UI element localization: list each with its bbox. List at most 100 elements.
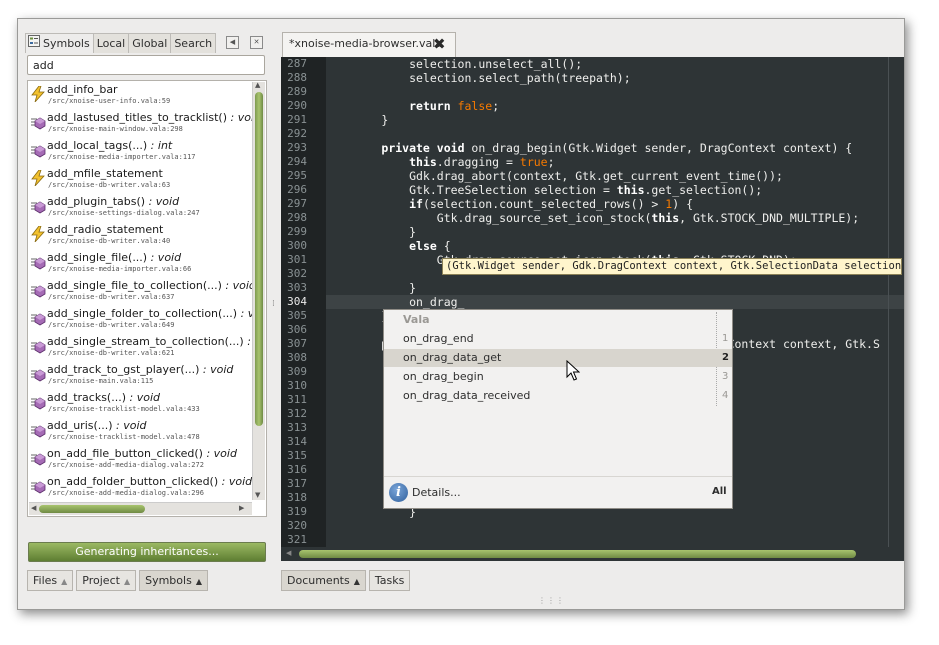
document-tab[interactable]: *xnoise-media-browser.vala ✖ — [282, 32, 456, 57]
method-icon — [30, 478, 46, 494]
tab-local[interactable]: Local — [92, 33, 130, 53]
scroll-left-icon[interactable]: ◀ — [31, 504, 36, 512]
tab-files[interactable]: Files ▲ — [27, 570, 74, 591]
code-line: selection.select_path(treepath); — [326, 71, 631, 85]
triangle-up-icon: ▲ — [61, 577, 68, 586]
tab-documents[interactable]: Documents ▲ — [281, 570, 366, 591]
close-icon[interactable]: ✖ — [433, 37, 446, 52]
line-number: 291 — [287, 113, 307, 126]
symbol-item[interactable]: add_mfile_statement/src/xnoise-db-writer… — [28, 165, 254, 193]
bottom-pane-grip[interactable]: ⋮⋮⋮ — [538, 596, 565, 605]
details-button[interactable]: Details... — [412, 486, 461, 499]
symbol-signature: add_lastused_titles_to_tracklist() : voi… — [47, 111, 254, 124]
symbol-item[interactable]: add_plugin_tabs() : void/src/xnoise-sett… — [28, 193, 254, 221]
symbols-icon — [28, 34, 40, 54]
symbol-path: /src/xnoise-db-writer.vala:621 — [48, 349, 175, 357]
completion-item[interactable]: on_drag_begin 3 — [384, 368, 732, 386]
symbol-type: : void — [202, 447, 237, 460]
symbol-item[interactable]: add_lastused_titles_to_tracklist() : voi… — [28, 109, 254, 137]
line-number: 318 — [287, 491, 307, 504]
symbol-search-input[interactable] — [27, 55, 265, 75]
symbol-item[interactable]: add_info_bar/src/xnoise-user-info.vala:5… — [28, 81, 254, 109]
symbol-item[interactable]: add_single_stream_to_collection(...) : v… — [28, 333, 254, 361]
completion-item[interactable]: on_drag_end 1 — [384, 330, 732, 348]
completion-provider-header: Vala — [403, 313, 430, 326]
method-icon — [30, 282, 46, 298]
symbol-item[interactable]: add_local_tags(...) : int/src/xnoise-med… — [28, 137, 254, 165]
progress-label: Generating inheritances... — [75, 545, 219, 558]
symbol-type: : void — [218, 475, 253, 488]
symbol-type: : void — [145, 195, 180, 208]
tab-search[interactable]: Search — [170, 33, 217, 53]
line-number: 302 — [287, 267, 307, 280]
editor-hscrollbar[interactable]: ◀ — [281, 547, 904, 561]
symbol-path: /src/xnoise-media-importer.vala:66 — [48, 265, 192, 273]
symbol-list-hscrollbar[interactable]: ◀ ▶ — [29, 502, 252, 515]
symbol-list-vscrollbar[interactable]: ▲ ▼ — [252, 81, 265, 500]
tab-symbols[interactable]: Symbols — [25, 33, 94, 53]
completion-scope-all[interactable]: All — [712, 486, 727, 497]
line-number: 310 — [287, 379, 307, 392]
symbol-item[interactable]: add_single_file(...) : void/src/xnoise-m… — [28, 249, 254, 277]
scroll-right-icon[interactable]: ▶ — [239, 504, 244, 512]
line-number: 296 — [287, 183, 307, 196]
tab-tasks[interactable]: Tasks — [368, 570, 411, 591]
side-panel-bottom-tabs: Files ▲ Project ▲ Symbols ▲ — [27, 570, 211, 591]
symbol-signature: add_local_tags(...) : int — [47, 139, 172, 152]
tab-project[interactable]: Project ▲ — [76, 570, 137, 591]
completion-item[interactable]: on_drag_data_received 4 — [384, 387, 732, 405]
symbol-name: add_mfile_statement — [47, 167, 163, 180]
symbol-item[interactable]: on_add_file_button_clicked() : void/src/… — [28, 445, 254, 473]
signal-icon — [30, 85, 46, 103]
symbol-item[interactable]: add_tracks(...) : void/src/xnoise-trackl… — [28, 389, 254, 417]
symbol-signature: add_track_to_gst_player(...) : void — [47, 363, 233, 376]
scroll-down-icon[interactable]: ▼ — [255, 491, 260, 499]
symbol-signature: add_single_file(...) : void — [47, 251, 181, 264]
symbol-path: /src/xnoise-main-window.vala:298 — [48, 125, 183, 133]
symbol-name: add_radio_statement — [47, 223, 164, 236]
symbol-name: add_info_bar — [47, 83, 118, 96]
method-icon — [30, 142, 46, 158]
symbol-item[interactable]: add_track_to_gst_player(...) : void/src/… — [28, 361, 254, 389]
symbol-item[interactable]: add_uris(...) : void/src/xnoise-tracklis… — [28, 417, 254, 445]
hscroll-thumb[interactable] — [39, 505, 145, 513]
symbol-item[interactable]: add_single_folder_to_collection(...) : v… — [28, 305, 254, 333]
editor-hscroll-thumb[interactable] — [299, 550, 856, 558]
completion-item-selected[interactable]: on_drag_data_get 2 — [384, 349, 732, 367]
code-line: private void on_drag_begin(Gtk.Widget se… — [381, 141, 853, 155]
symbol-item[interactable]: on_add_folder_button_clicked() : void/sr… — [28, 473, 254, 501]
symbol-item[interactable]: add_radio_statement/src/xnoise-db-writer… — [28, 221, 254, 249]
scroll-left-icon[interactable]: ◀ — [286, 549, 291, 557]
symbol-path: /src/xnoise-add-media-dialog.vala:296 — [48, 489, 204, 497]
symbol-item[interactable]: add_single_file_to_collection(...) : voi… — [28, 277, 254, 305]
line-number: 287 — [287, 57, 307, 70]
symbol-items: add_info_bar/src/xnoise-user-info.vala:5… — [28, 81, 254, 515]
info-icon[interactable]: i — [389, 483, 408, 502]
method-icon — [30, 310, 46, 326]
symbol-name: add_local_tags(...) — [47, 139, 148, 152]
pane-resize-handle[interactable]: ⁞ — [272, 299, 275, 309]
symbol-name: add_tracks(...) — [47, 391, 127, 404]
method-icon — [30, 394, 46, 410]
code-line: Gdk.drag_abort(context, Gtk.get_current_… — [326, 169, 783, 183]
panel-close-icon[interactable]: ✕ — [250, 36, 263, 49]
line-number: 320 — [287, 519, 307, 532]
scroll-thumb[interactable] — [255, 92, 263, 426]
tab-global[interactable]: Global — [128, 33, 172, 53]
scroll-up-icon[interactable]: ▲ — [255, 81, 260, 89]
code-line: } — [326, 309, 389, 323]
code-line: return false; — [409, 99, 500, 113]
symbol-signature: add_info_bar — [47, 83, 118, 96]
tab-symbols-panel[interactable]: Symbols ▲ — [139, 570, 208, 591]
symbol-name: add_plugin_tabs() — [47, 195, 146, 208]
line-number: 295 — [287, 169, 307, 182]
completion-popup: Vala on_drag_end 1 on_drag_data_get 2 on_d… — [383, 309, 733, 509]
panel-prev-icon[interactable]: ◀ — [226, 36, 239, 49]
side-panel-tabs: Symbols Local Global Search — [25, 33, 217, 54]
symbol-path: /src/xnoise-user-info.vala:59 — [48, 97, 171, 105]
symbol-signature: add_radio_statement — [47, 223, 163, 236]
